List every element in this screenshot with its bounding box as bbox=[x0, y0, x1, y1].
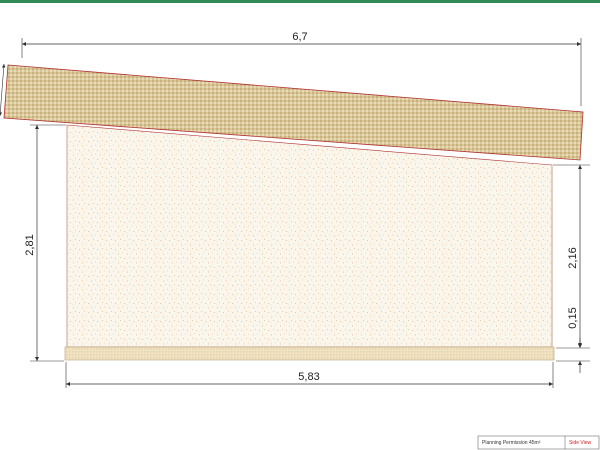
top-border bbox=[0, 0, 600, 3]
wall-body bbox=[66, 124, 553, 348]
dimension-label-floor-width: 5,83 bbox=[298, 371, 319, 383]
base-slab bbox=[64, 346, 555, 361]
dimension-roof-thickness bbox=[0, 63, 6, 117]
title-block-view: Side View bbox=[569, 440, 592, 446]
dimension-label-rear-height: 2,16 bbox=[567, 247, 579, 268]
side-view-drawing: 6,7 2,81 2,16 0,15 5,83 Planning Permiss… bbox=[0, 0, 600, 450]
dimension-floor-width: 5,83 bbox=[65, 362, 554, 388]
dimension-label-overall-width: 6,7 bbox=[292, 31, 307, 43]
title-block-project: Planning Permission 45m² bbox=[482, 440, 541, 446]
dimension-label-front-height: 2,81 bbox=[24, 234, 36, 255]
dimension-front-height: 2,81 bbox=[24, 124, 66, 362]
title-block: Planning Permission 45m² Side View bbox=[477, 435, 600, 450]
dimension-label-base-height: 0,15 bbox=[567, 307, 579, 328]
dimension-base-height: 0,15 bbox=[556, 307, 590, 373]
